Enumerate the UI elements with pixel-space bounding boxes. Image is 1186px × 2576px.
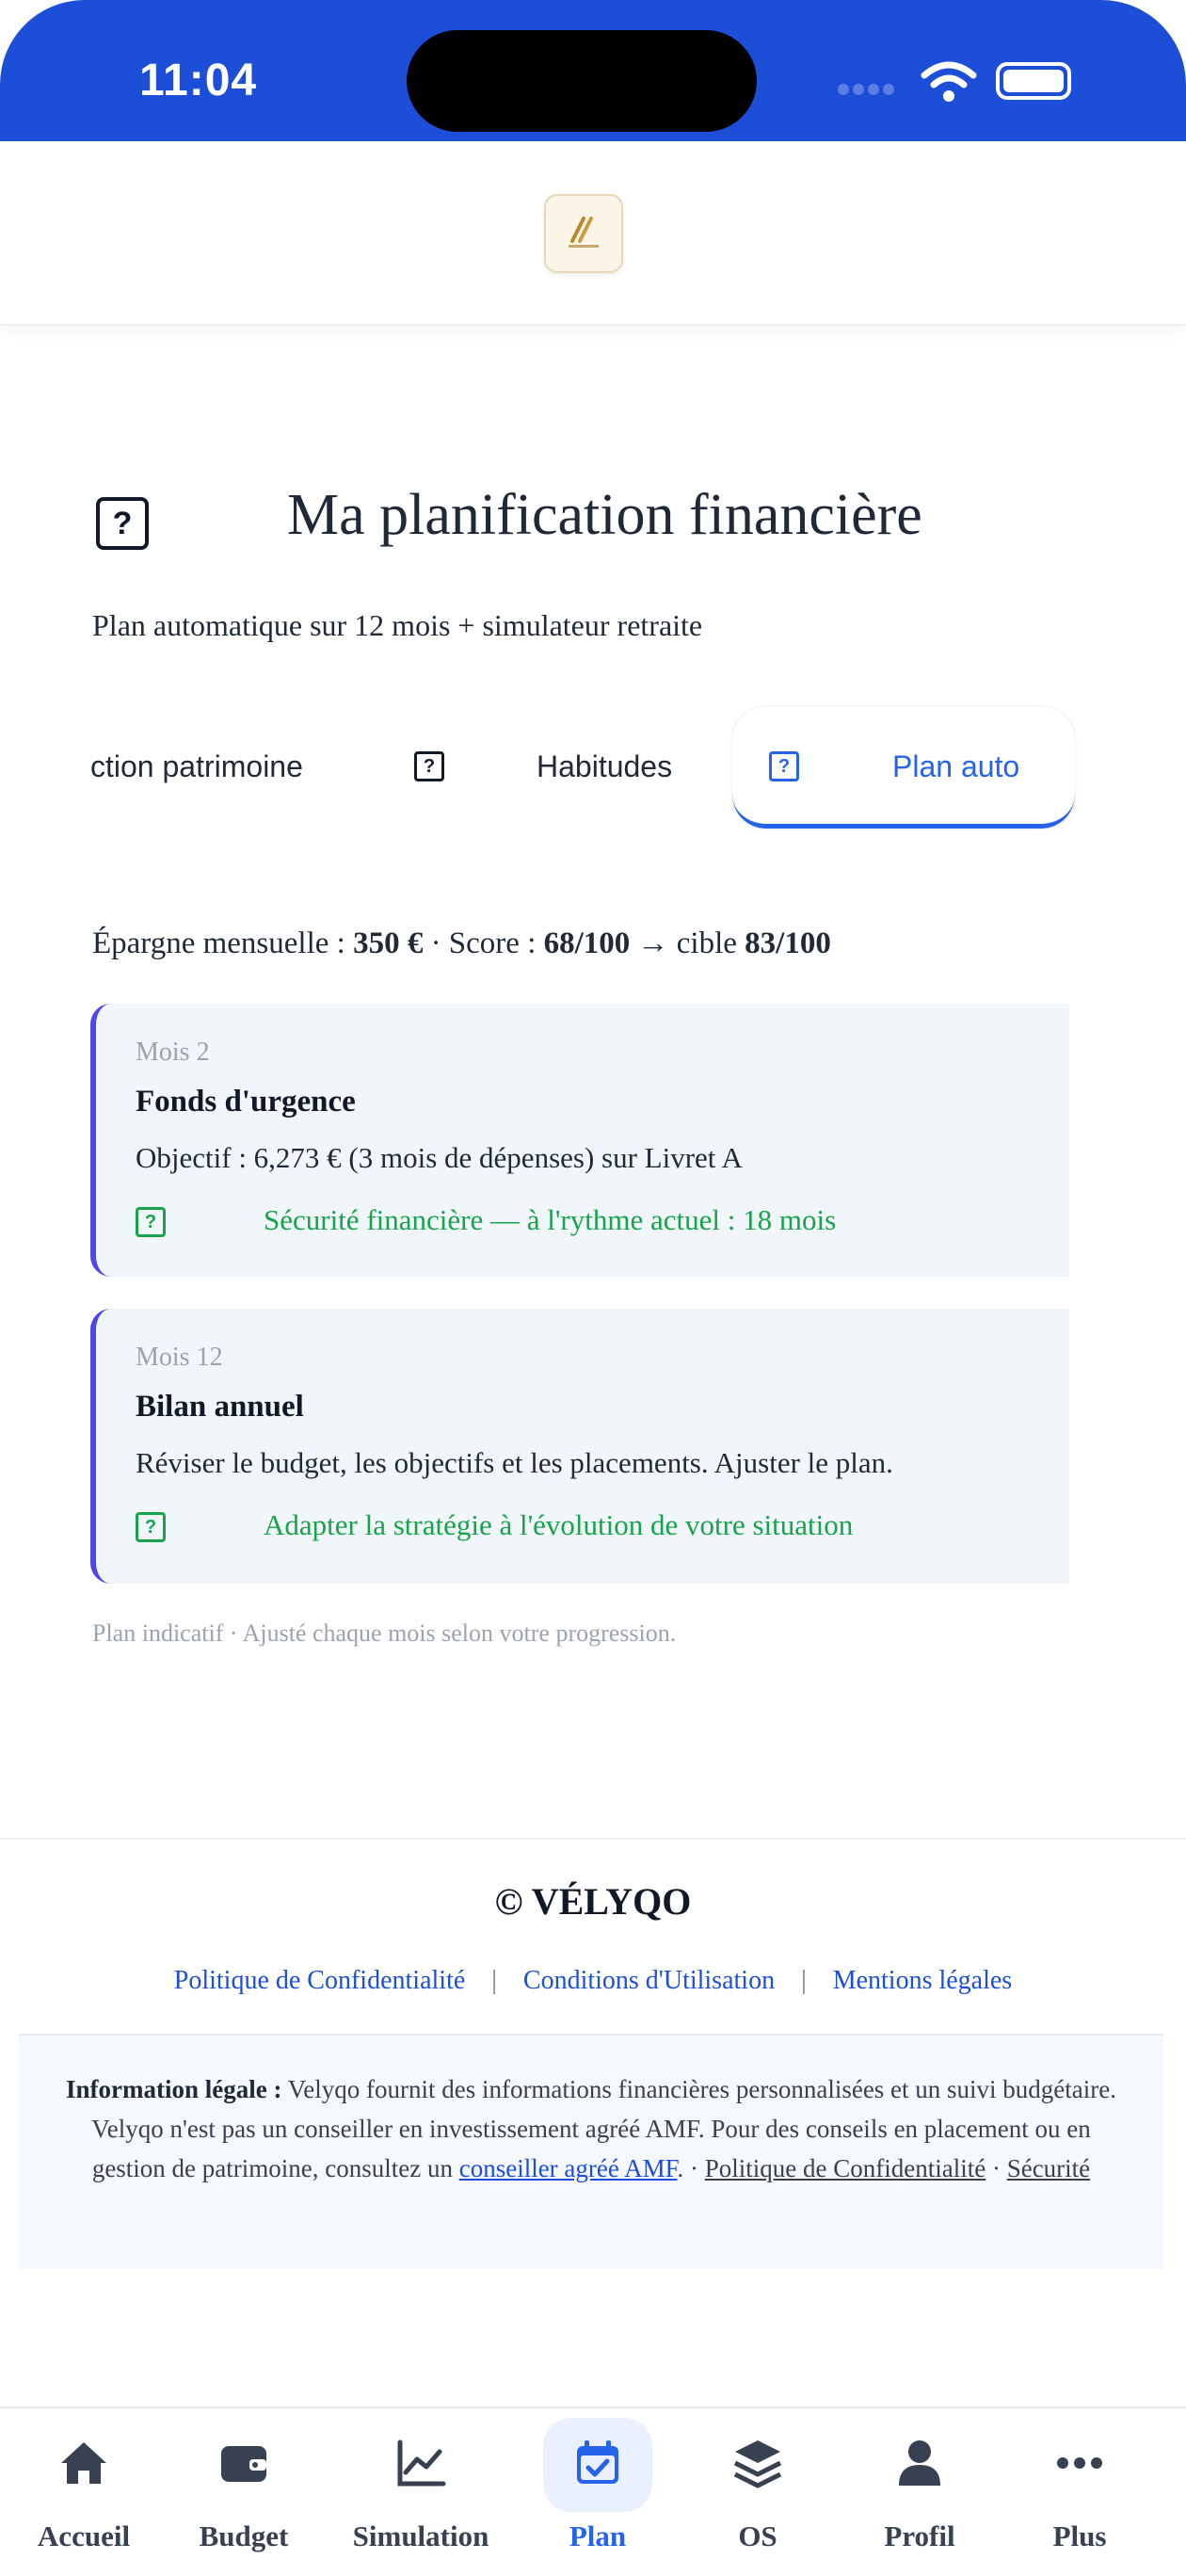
card-title: Fonds d'urgence	[136, 1085, 356, 1119]
nav-label: Profil	[884, 2520, 955, 2552]
savings-summary: Épargne mensuelle : 350 € · Score : 68/1…	[92, 926, 831, 961]
summary-label: Épargne mensuelle :	[92, 926, 354, 960]
legal-separator: . ·	[677, 2154, 705, 2182]
nav-plus[interactable]: Plus	[1009, 2408, 1150, 2568]
nav-label: Simulation	[352, 2520, 489, 2552]
nav-label: Plus	[1052, 2520, 1107, 2552]
app-header	[0, 141, 1186, 326]
footer-brand: © VÉLYQO	[494, 1880, 692, 1923]
target-label: → cible	[630, 926, 745, 960]
link-separator: |	[801, 1966, 807, 1995]
card-description: Réviser le budget, les objectifs et les …	[136, 1446, 893, 1479]
privacy-policy-link[interactable]: Politique de Confidentialité	[174, 1966, 466, 1995]
score-label: · Score :	[423, 926, 544, 960]
monthly-savings: 350 €	[353, 926, 424, 960]
nav-budget[interactable]: Budget	[173, 2408, 314, 2568]
status-bar: 11:04	[0, 0, 1186, 141]
card-month: Mois 12	[136, 1343, 223, 1372]
legal-privacy-link[interactable]: Politique de Confidentialité	[705, 2154, 986, 2182]
nav-label: Budget	[199, 2520, 289, 2552]
legal-label: Information légale :	[66, 2075, 282, 2103]
calendar-check-icon	[577, 2440, 618, 2484]
tab-bar: ction patrimoine ? Habitudes ? Plan auto	[0, 706, 1186, 829]
nav-os[interactable]: OS	[687, 2408, 828, 2568]
dynamic-island	[407, 30, 757, 132]
user-icon	[899, 2440, 940, 2486]
current-score: 68/100	[543, 926, 631, 960]
nav-simulation[interactable]: Simulation	[350, 2408, 491, 2568]
status-time: 11:04	[139, 56, 258, 105]
plan-card: Mois 2 Fonds d'urgence Objectif : 6,273 …	[90, 1004, 1069, 1277]
tab-patrimoine[interactable]: ction patrimoine	[90, 749, 303, 784]
help-icon[interactable]: ?	[136, 1512, 166, 1542]
chart-line-icon	[397, 2439, 446, 2487]
wifi-icon	[921, 61, 977, 102]
battery-icon	[996, 62, 1071, 100]
bottom-nav: Accueil Budget Simulation Plan OS Profil…	[0, 2407, 1186, 2576]
legal-notice: Information légale : Velyqo fournit des …	[19, 2034, 1163, 2269]
page-title: Ma planification financière	[287, 483, 922, 547]
terms-link[interactable]: Conditions d'Utilisation	[523, 1966, 775, 1995]
cellular-signal-icon	[838, 83, 904, 96]
help-icon[interactable]: ?	[136, 1207, 166, 1237]
tab-help-icon[interactable]: ?	[414, 751, 444, 781]
tab-plan-auto-label[interactable]: Plan auto	[892, 749, 1019, 784]
wallet-icon	[221, 2446, 266, 2482]
legal-notice-link[interactable]: Mentions légales	[833, 1966, 1013, 1995]
velyqo-logo[interactable]	[544, 194, 623, 273]
nav-label: Plan	[569, 2520, 627, 2552]
page-help-icon[interactable]: ?	[96, 497, 149, 550]
layers-icon	[733, 2440, 782, 2488]
nav-label: Accueil	[37, 2520, 131, 2552]
amf-advisor-link[interactable]: conseiller agréé AMF	[459, 2154, 678, 2182]
nav-label: OS	[738, 2520, 777, 2552]
card-note: Adapter la stratégie à l'évolution de vo…	[264, 1508, 854, 1541]
security-link[interactable]: Sécurité	[1007, 2154, 1090, 2182]
card-note: Sécurité financière — à l'rythme actuel …	[264, 1203, 837, 1236]
plan-card: Mois 12 Bilan annuel Réviser le budget, …	[90, 1309, 1069, 1584]
home-icon	[61, 2442, 106, 2484]
tab-help-icon[interactable]: ?	[769, 751, 799, 781]
footer-links: Politique de Confidentialité | Conditions …	[0, 1966, 1186, 1996]
link-separator: |	[491, 1966, 497, 1995]
footer-divider	[0, 1838, 1186, 1840]
page-subtitle: Plan automatique sur 12 mois + simulateu…	[92, 608, 703, 642]
nav-plan[interactable]: Plan	[527, 2408, 668, 2568]
tab-habitudes[interactable]: Habitudes	[537, 749, 672, 784]
more-icon	[1057, 2457, 1102, 2469]
plan-footnote: Plan indicatif · Ajusté chaque mois selo…	[92, 1619, 677, 1647]
card-description: Objectif : 6,273 € (3 mois de dépenses) …	[136, 1141, 743, 1174]
nav-accueil[interactable]: Accueil	[13, 2408, 154, 2568]
target-score: 83/100	[745, 926, 831, 960]
card-title: Bilan annuel	[136, 1390, 304, 1424]
legal-separator: ·	[986, 2154, 1007, 2182]
nav-profil[interactable]: Profil	[849, 2408, 990, 2568]
card-month: Mois 2	[136, 1038, 210, 1067]
